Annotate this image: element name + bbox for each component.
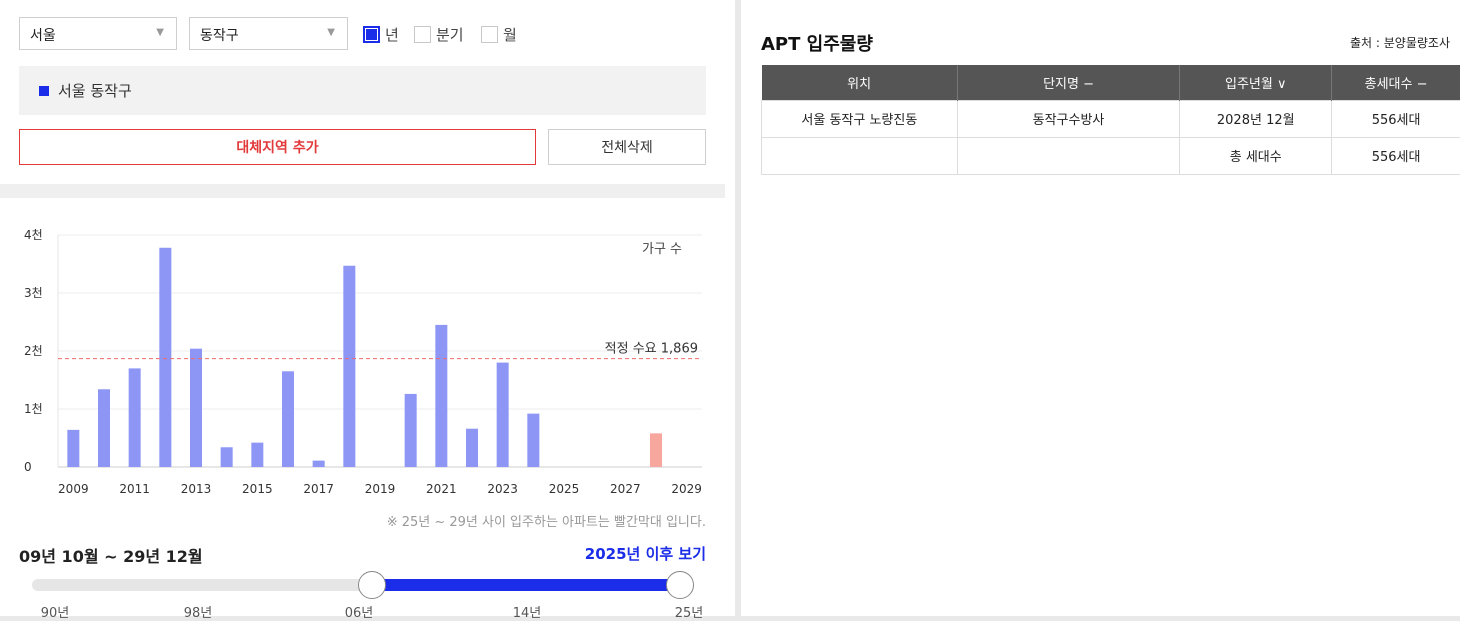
table-total-row: 총 세대수 556세대 — [762, 137, 1460, 174]
range-slider-fill — [372, 579, 680, 591]
region-color-icon — [39, 86, 49, 96]
bar-2010 — [98, 389, 110, 467]
supply-table: 위치 단지명 − 입주년월 ∨ 총세대수 − 서울 동작구 노량진동 동작구수방… — [761, 65, 1460, 175]
bar-2017 — [313, 461, 325, 467]
range-label: 09년 10월 ~ 29년 12월 — [19, 543, 203, 567]
city-select[interactable]: 서울 ▼ — [19, 17, 177, 50]
range-slider-end-handle[interactable] — [666, 571, 694, 599]
selected-region: 서울 동작구 — [19, 66, 706, 115]
x-tick-label: 2029 — [671, 482, 702, 496]
x-tick-label: 2027 — [610, 482, 641, 496]
table-cell: 서울 동작구 노량진동 — [762, 100, 958, 137]
bar-2011 — [129, 368, 141, 467]
checkbox-checked-icon — [363, 26, 380, 43]
bar-2009 — [67, 430, 79, 467]
district-select-value: 동작구 — [200, 28, 239, 44]
chevron-down-icon: ▼ — [327, 27, 335, 38]
period-month-checkbox[interactable]: 월 — [481, 24, 517, 45]
x-tick-label: 2025 — [549, 482, 580, 496]
bar-2014 — [221, 447, 233, 467]
delete-all-button[interactable]: 전체삭제 — [548, 129, 706, 165]
period-year-label: 년 — [385, 24, 399, 45]
bar-2020 — [405, 394, 417, 467]
column-header-move-in[interactable]: 입주년월 ∨ — [1180, 65, 1332, 100]
table-cell: 2028년 12월 — [1180, 100, 1332, 137]
bar-2015 — [251, 443, 263, 467]
panel-title: APT 입주물량 — [761, 30, 873, 56]
column-header-households[interactable]: 총세대수 − — [1332, 65, 1460, 100]
table-cell: 556세대 — [1332, 100, 1460, 137]
column-header-location[interactable]: 위치 — [762, 65, 958, 100]
section-divider — [0, 184, 725, 198]
city-select-value: 서울 — [30, 28, 56, 44]
slider-tick-label: 25년 — [675, 602, 704, 621]
x-tick-label: 2013 — [181, 482, 212, 496]
y-tick-label: 0 — [24, 460, 32, 474]
range-slider-start-handle[interactable] — [358, 571, 386, 599]
table-cell — [957, 137, 1180, 174]
left-panel: 서울 ▼ 동작구 ▼ 년 분기 월 서울 동작구 대체지역 추가 전체삭제 0 1… — [0, 0, 735, 616]
y-tick-label: 4천 — [24, 227, 43, 242]
reference-line-label: 적정 수요 1,869 — [605, 342, 698, 357]
bar-2023 — [497, 363, 509, 467]
period-year-checkbox[interactable]: 년 — [363, 24, 399, 45]
slider-tick-label: 06년 — [345, 602, 374, 621]
bar-2013 — [190, 349, 202, 467]
bar-2021 — [435, 325, 447, 467]
y-tick-label: 3천 — [24, 285, 43, 300]
add-region-button[interactable]: 대체지역 추가 — [19, 129, 536, 165]
period-month-label: 월 — [503, 24, 517, 45]
bar-2024 — [527, 414, 539, 467]
bar-2018 — [343, 266, 355, 467]
checkbox-unchecked-icon — [481, 26, 498, 43]
x-tick-label: 2015 — [242, 482, 273, 496]
after-2025-link[interactable]: 2025년 이후 보기 — [585, 543, 706, 564]
table-header-row: 위치 단지명 − 입주년월 ∨ 총세대수 − — [762, 65, 1460, 100]
slider-tick-label: 98년 — [184, 602, 213, 621]
table-row[interactable]: 서울 동작구 노량진동 동작구수방사 2028년 12월 556세대 — [762, 100, 1460, 137]
table-cell — [762, 137, 958, 174]
column-header-complex[interactable]: 단지명 − — [957, 65, 1180, 100]
right-panel: APT 입주물량 출처 : 분양물량조사 위치 단지명 − 입주년월 ∨ 총세대… — [741, 0, 1460, 616]
bar-2028 — [650, 433, 662, 467]
selected-region-label: 서울 동작구 — [58, 80, 132, 101]
bar-2012 — [159, 248, 171, 467]
supply-bar-chart: 0 1천 2천 3천 4천 2009 2011 2013 2015 2017 2019 2021 202… — [0, 215, 720, 505]
table-cell: 동작구수방사 — [957, 100, 1180, 137]
x-tick-label: 2017 — [303, 482, 334, 496]
x-tick-label: 2021 — [426, 482, 457, 496]
source-label: 출처 : 분양물량조사 — [1350, 34, 1450, 51]
x-tick-label: 2023 — [487, 482, 518, 496]
y-tick-label: 1천 — [24, 401, 43, 416]
checkbox-unchecked-icon — [414, 26, 431, 43]
period-quarter-checkbox[interactable]: 분기 — [414, 24, 464, 45]
legend-label: 가구 수 — [642, 242, 682, 257]
table-cell: 556세대 — [1332, 137, 1460, 174]
chart-note: ※ 25년 ~ 29년 사이 입주하는 아파트는 빨간막대 입니다. — [387, 511, 706, 530]
slider-tick-label: 14년 — [513, 602, 542, 621]
chevron-down-icon: ▼ — [156, 27, 164, 38]
x-tick-label: 2009 — [58, 482, 89, 496]
bar-2016 — [282, 371, 294, 467]
slider-tick-label: 90년 — [41, 602, 70, 621]
x-tick-label: 2011 — [119, 482, 150, 496]
x-tick-label: 2019 — [365, 482, 396, 496]
district-select[interactable]: 동작구 ▼ — [189, 17, 348, 50]
table-cell: 총 세대수 — [1180, 137, 1332, 174]
period-quarter-label: 분기 — [436, 24, 464, 45]
bar-2022 — [466, 429, 478, 467]
y-tick-label: 2천 — [24, 343, 43, 358]
